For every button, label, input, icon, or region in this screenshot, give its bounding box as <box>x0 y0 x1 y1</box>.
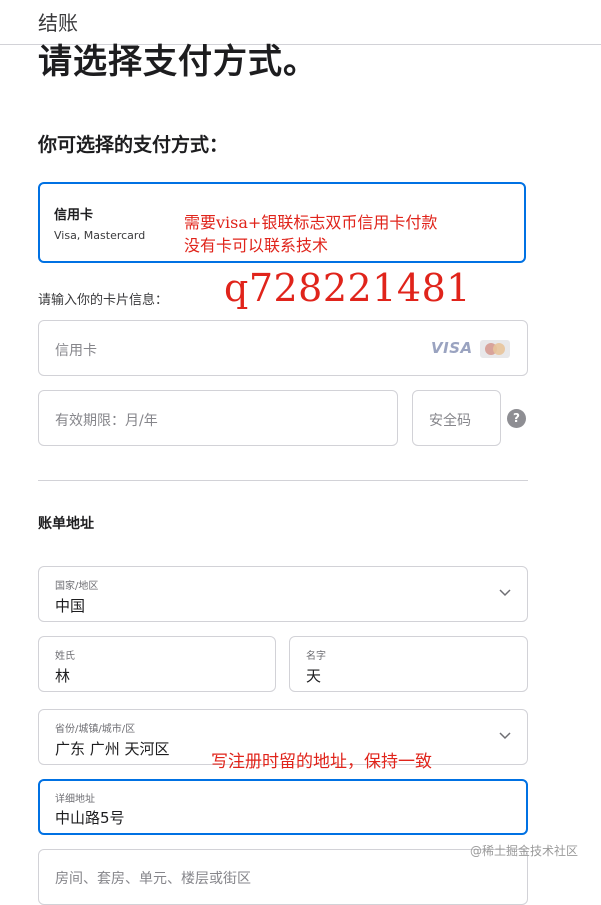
card-info-prompt: 请输入你的卡片信息： <box>38 293 169 308</box>
payment-option-name: 信用卡 <box>54 208 94 223</box>
street-address-value: 中山路5号 <box>55 809 125 827</box>
billing-address-title: 账单地址 <box>38 516 94 532</box>
country-label: 国家/地区 <box>55 581 99 592</box>
annotation-contact: q728221481 <box>224 266 471 310</box>
region-value: 广东 广州 天河区 <box>55 740 170 758</box>
payment-option-brands: Visa, Mastercard <box>54 229 146 242</box>
annotation-note: 需要visa+银联标志双币信用卡付款 没有卡可以联系技术 <box>184 211 437 257</box>
apartment-field[interactable]: 房间、套房、单元、楼层或街区 <box>38 849 528 905</box>
annotation-line-2: 没有卡可以联系技术 <box>184 236 329 255</box>
annotation-line-1: 需要visa+银联标志双币信用卡付款 <box>184 213 438 232</box>
card-number-field[interactable]: 信用卡 VISA <box>38 320 528 376</box>
card-number-placeholder: 信用卡 <box>55 343 97 359</box>
first-name-label: 名字 <box>306 651 326 662</box>
street-address-field[interactable]: 详细地址 中山路5号 <box>38 779 528 835</box>
last-name-label: 姓氏 <box>55 651 75 662</box>
security-code-placeholder: 安全码 <box>429 413 471 429</box>
visa-logo-icon: VISA <box>431 339 473 357</box>
region-label: 省份/城镇/城市/区 <box>55 724 136 735</box>
watermark: @稀土掘金技术社区 <box>470 844 579 858</box>
country-select[interactable]: 国家/地区 中国 <box>38 566 528 622</box>
expiry-date-placeholder: 有效期限：月/年 <box>55 413 158 429</box>
country-value: 中国 <box>55 597 86 615</box>
street-address-label: 详细地址 <box>55 794 95 805</box>
last-name-field[interactable]: 姓氏 林 <box>38 636 276 692</box>
first-name-value: 天 <box>306 667 322 685</box>
page-headline: 请选择支付方式。 <box>38 42 318 82</box>
first-name-field[interactable]: 名字 天 <box>289 636 528 692</box>
page-header-title: 结账 <box>38 11 78 35</box>
section-divider <box>38 480 528 481</box>
expiry-date-field[interactable]: 有效期限：月/年 <box>38 390 398 446</box>
chevron-down-icon <box>499 589 511 597</box>
mastercard-logo-icon <box>480 340 510 358</box>
chevron-down-icon <box>499 732 511 740</box>
security-code-field[interactable]: 安全码 <box>412 390 501 446</box>
last-name-value: 林 <box>55 667 71 685</box>
payment-section-title: 你可选择的支付方式： <box>38 134 229 156</box>
annotation-address-note: 写注册时留的地址，保持一致 <box>211 752 432 772</box>
apartment-placeholder: 房间、套房、单元、楼层或街区 <box>55 871 251 887</box>
help-icon[interactable]: ? <box>507 409 526 428</box>
